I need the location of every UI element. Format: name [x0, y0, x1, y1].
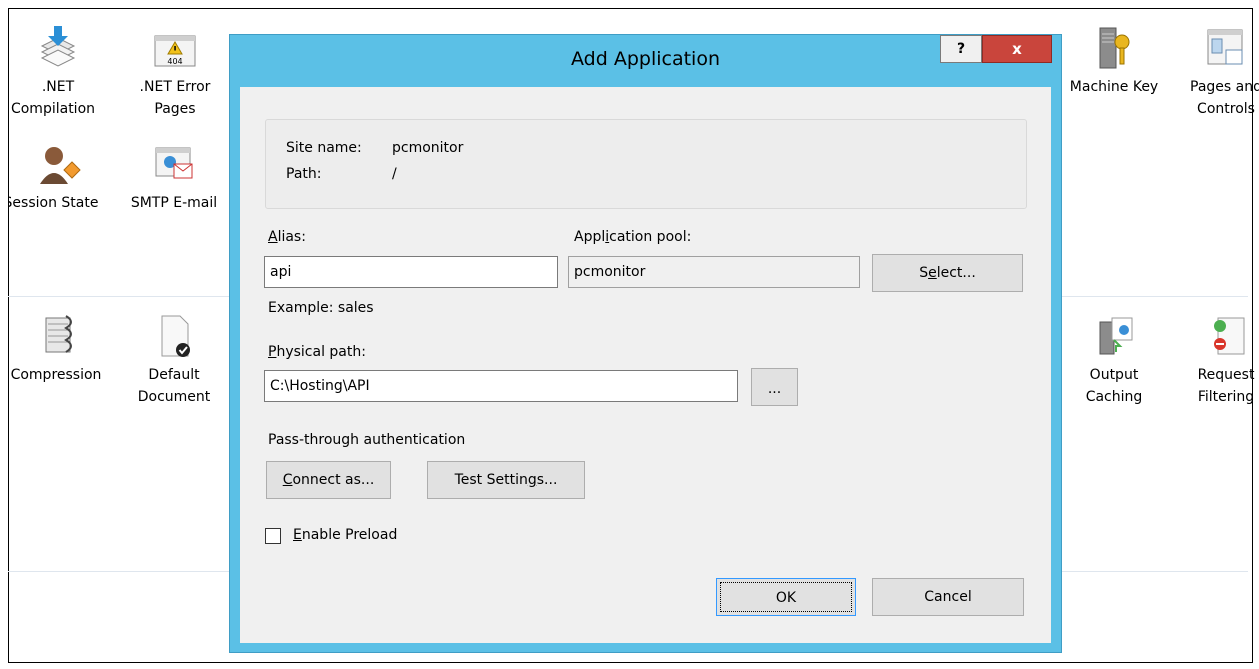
physical-path-input[interactable]: C:\Hosting\API — [264, 370, 738, 402]
session-state-icon — [34, 140, 82, 188]
test-settings-button[interactable]: Test Settings... — [427, 461, 585, 499]
physical-path-label: Physical path: — [268, 344, 366, 360]
feature-net-error-pages[interactable]: 404 .NET Error Pages — [125, 24, 225, 120]
feature-machine-key[interactable]: Machine Key — [1064, 24, 1164, 98]
site-name-value: pcmonitor — [392, 140, 464, 156]
connect-as-button[interactable]: Connect as... — [266, 461, 391, 499]
default-document-icon — [150, 312, 198, 360]
compression-icon — [36, 312, 84, 360]
compilation-icon — [34, 24, 82, 72]
svg-text:404: 404 — [167, 57, 182, 66]
output-caching-icon — [1090, 312, 1138, 360]
help-button[interactable]: ? — [940, 35, 982, 63]
close-button[interactable]: x — [982, 35, 1052, 63]
feature-net-compilation[interactable]: .NET Compilation — [8, 24, 108, 120]
application-pool-label: Application pool: — [574, 229, 692, 245]
feature-request-filtering[interactable]: Request Filtering — [1176, 312, 1259, 408]
error-pages-icon: 404 — [151, 24, 199, 72]
pages-controls-icon — [1202, 24, 1250, 72]
application-pool-field: pcmonitor — [568, 256, 860, 288]
feature-smtp-email[interactable]: SMTP E-mail — [118, 140, 230, 214]
browse-button[interactable]: ... — [751, 368, 798, 406]
select-pool-button[interactable]: Select... — [872, 254, 1023, 292]
cancel-button[interactable]: Cancel — [872, 578, 1024, 616]
dialog-title: Add Application — [571, 48, 720, 70]
feature-output-caching[interactable]: Output Caching — [1064, 312, 1164, 408]
path-label: Path: — [286, 166, 322, 182]
site-name-label: Site name: — [286, 140, 362, 156]
ok-button[interactable]: OK — [716, 578, 856, 616]
add-application-dialog: Add Application ? x Site name: pcmonitor… — [229, 34, 1062, 653]
smtp-email-icon — [150, 140, 198, 188]
alias-label: Alias: — [268, 229, 306, 245]
alias-example: Example: sales — [268, 300, 374, 316]
path-value: / — [392, 166, 397, 182]
feature-compression[interactable]: Compression — [8, 312, 112, 386]
feature-pages-and-controls[interactable]: Pages and Controls — [1176, 24, 1259, 120]
machine-key-icon — [1090, 24, 1138, 72]
dialog-titlebar[interactable]: Add Application ? x — [230, 35, 1061, 86]
pass-through-auth-label: Pass-through authentication — [268, 432, 466, 448]
request-filtering-icon — [1202, 312, 1250, 360]
dialog-body: Site name: pcmonitor Path: / Alias: api … — [240, 87, 1051, 643]
feature-default-document[interactable]: Default Document — [124, 312, 224, 408]
alias-input[interactable]: api — [264, 256, 558, 288]
enable-preload-checkbox[interactable] — [265, 528, 281, 544]
enable-preload-label[interactable]: Enable Preload — [293, 527, 397, 543]
feature-session-state[interactable]: Session State — [8, 140, 108, 214]
site-info-panel: Site name: pcmonitor Path: / — [265, 119, 1027, 209]
